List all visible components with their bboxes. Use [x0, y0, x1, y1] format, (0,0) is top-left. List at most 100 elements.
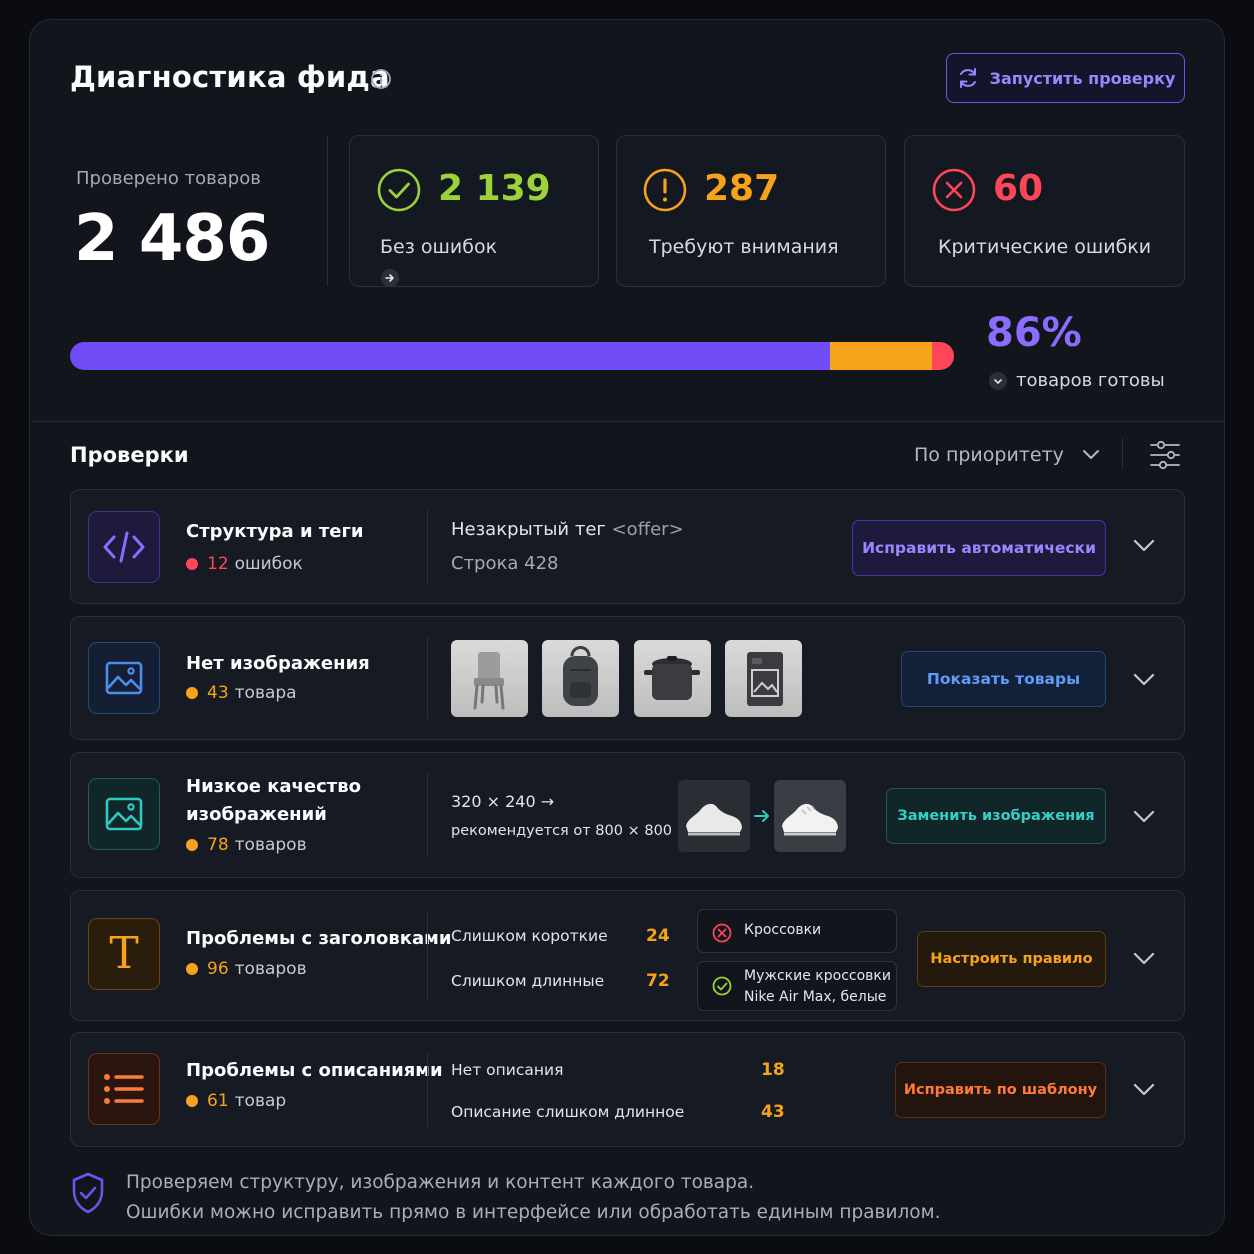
refresh-icon — [959, 68, 976, 88]
checks-title: Проверки — [70, 443, 189, 467]
summary-divider — [327, 136, 328, 286]
x-circle-icon — [712, 923, 732, 943]
feed-diagnostics-panel: Диагностика фида Запустить проверку Пров… — [29, 19, 1225, 1236]
detail-tag: <offer> — [611, 519, 684, 540]
chevron-down-icon[interactable] — [1133, 1083, 1155, 1097]
checked-products-label: Проверено товаров — [76, 168, 261, 189]
ok-label-row: Без ошибок — [380, 236, 498, 287]
check-title: Нет изображения — [186, 653, 370, 674]
too-long-label: Слишком длинные — [451, 972, 605, 990]
product-thumbnail-chair[interactable] — [451, 640, 528, 717]
fix-by-template-button[interactable]: Исправить по шаблону — [895, 1062, 1106, 1118]
stat-card-ok[interactable]: 2 139 Без ошибок — [349, 135, 599, 287]
status-dot — [186, 1095, 198, 1107]
count-suffix: товаров — [234, 835, 307, 855]
chair-icon — [473, 652, 505, 710]
footer-line2: Ошибки можно исправить прямо в интерфейс… — [126, 1202, 941, 1223]
chevron-down-circle-icon — [989, 371, 1007, 390]
detail-text: Незакрытый тег — [451, 519, 606, 540]
arrow-right-circle-icon — [381, 269, 399, 287]
product-thumbnail-placeholder[interactable] — [725, 640, 802, 717]
image-icon — [88, 642, 160, 714]
check-count: 43 товара — [186, 683, 297, 703]
warning-label: Требуют внимания — [649, 236, 839, 258]
long-description-count: 43 — [761, 1102, 785, 1122]
detail-line: Строка 428 — [451, 553, 559, 574]
progress-segment-ok — [70, 342, 831, 370]
progress-segment-crit — [932, 342, 954, 370]
good-title-line2: Nike Air Max, белые — [744, 989, 887, 1005]
count-value: 12 — [207, 554, 229, 574]
code-icon — [88, 511, 160, 583]
status-dot — [186, 558, 198, 570]
check-title: Структура и теги — [186, 521, 364, 542]
card-divider — [427, 911, 428, 1001]
list-icon — [88, 1053, 160, 1125]
ok-count: 2 139 — [438, 168, 551, 209]
status-dot — [186, 839, 198, 851]
filter-settings-icon[interactable] — [1149, 440, 1181, 470]
page-title: Диагностика фида — [70, 60, 390, 94]
chevron-down-icon — [1082, 450, 1099, 459]
arrow-right-icon — [754, 810, 769, 822]
chevron-down-icon[interactable] — [1133, 673, 1155, 687]
pressure-cooker-icon — [644, 656, 700, 700]
sort-dropdown[interactable]: По приоритету — [914, 444, 1100, 466]
check-card-no-image[interactable]: Нет изображения 43 товара Показать товар… — [70, 616, 1185, 740]
footer-line1: Проверяем структуру, изображения и конте… — [126, 1172, 755, 1193]
current-resolution: 320 × 240 → — [451, 792, 555, 811]
ready-label-row: товаров готовы — [988, 370, 1165, 391]
check-card-descriptions[interactable]: Проблемы с описаниями 61 товар Нет описа… — [70, 1032, 1185, 1147]
count-value: 96 — [207, 959, 229, 979]
text-t-icon: T — [88, 918, 160, 990]
check-count: 96 товаров — [186, 959, 307, 979]
check-title: Проблемы с заголовками — [186, 928, 452, 949]
count-suffix: товаров — [234, 959, 307, 979]
too-long-count: 72 — [646, 971, 670, 991]
readiness-progress-bar — [70, 342, 954, 370]
no-description-label: Нет описания — [451, 1061, 564, 1079]
sneaker-icon — [686, 803, 742, 836]
bad-title-text: Кроссовки — [744, 922, 822, 938]
product-thumbnail-backpack[interactable] — [542, 640, 619, 717]
stat-card-warning[interactable]: 287 Требуют внимания — [616, 135, 886, 287]
run-check-button[interactable]: Запустить проверку — [946, 53, 1185, 103]
show-products-button[interactable]: Показать товары — [901, 651, 1106, 707]
check-count: 78 товаров — [186, 835, 307, 855]
replace-images-button[interactable]: Заменить изображения — [886, 788, 1106, 844]
sneaker-before-thumbnail[interactable] — [678, 780, 750, 852]
check-card-low-quality[interactable]: Низкое качество изображений 78 товаров 3… — [70, 752, 1185, 878]
long-description-label: Описание слишком длинное — [451, 1103, 685, 1121]
chevron-down-icon[interactable] — [1133, 539, 1155, 553]
check-card-titles[interactable]: T Проблемы с заголовками 96 товаров Слиш… — [70, 890, 1185, 1021]
sneaker-after-thumbnail[interactable] — [774, 780, 846, 852]
section-divider — [30, 421, 1224, 422]
ok-label: Без ошибок — [380, 236, 498, 258]
sort-label: По приоритету — [914, 444, 1064, 466]
good-title-line1: Мужские кроссовки — [744, 968, 891, 984]
check-circle-icon — [712, 976, 732, 996]
configure-rule-button[interactable]: Настроить правило — [917, 931, 1106, 987]
good-title-example: Мужские кроссовки Nike Air Max, белые — [697, 961, 897, 1011]
exclamation-circle-icon — [643, 168, 687, 212]
ready-label: товаров готовы — [1016, 370, 1165, 391]
check-circle-icon — [377, 168, 421, 212]
too-short-label: Слишком короткие — [451, 927, 608, 945]
status-dot — [186, 963, 198, 975]
chevron-down-icon[interactable] — [1133, 810, 1155, 824]
no-description-count: 18 — [761, 1060, 785, 1080]
shield-check-icon — [72, 1172, 104, 1214]
checked-products-value: 2 486 — [74, 202, 270, 276]
info-icon[interactable] — [370, 68, 392, 90]
check-title-line1: Низкое качество — [186, 776, 361, 797]
image-quality-icon — [88, 778, 160, 850]
x-circle-icon — [932, 168, 976, 212]
check-card-structure[interactable]: Структура и теги 12 ошибок Незакрытый те… — [70, 489, 1185, 604]
image-placeholder-icon — [747, 652, 783, 706]
product-thumbnail-cooker[interactable] — [634, 640, 711, 717]
check-title-line2: изображений — [186, 804, 327, 825]
chevron-down-icon[interactable] — [1133, 952, 1155, 966]
count-value: 78 — [207, 835, 229, 855]
stat-card-critical[interactable]: 60 Критические ошибки — [904, 135, 1185, 287]
auto-fix-button[interactable]: Исправить автоматически — [852, 520, 1106, 576]
